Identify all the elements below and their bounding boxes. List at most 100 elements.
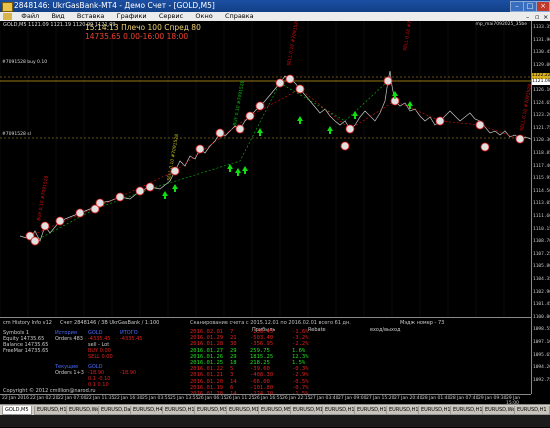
chart-tab[interactable]: EURUSD,M5 [258, 406, 295, 415]
chart-tab[interactable]: EURUSD,H1 [354, 406, 390, 415]
chart-tab[interactable]: GOLD,M5 [2, 406, 32, 415]
chart-tab[interactable]: EURUSD,H1 [418, 406, 454, 415]
trade-marker [135, 186, 145, 196]
price-tick-label: 1114.50 [533, 188, 550, 194]
price-tick-label: 1120.30 [533, 138, 550, 144]
history-gold-block: GOLD -4335.45 sell - Lot BUY 0.00 SELL 0… [88, 330, 113, 360]
trade-marker [215, 128, 225, 138]
time-tick-label: 27 Jan 09:00 [338, 396, 367, 401]
menu-bar: Файл Вид Вставка Графики Сервис Окно Спр… [0, 12, 550, 21]
window-title: 2848146: UkrGasBank-MT4 - Демо Счет - [G… [14, 1, 215, 10]
chart-tab[interactable]: EURUSD,H1 [450, 406, 486, 415]
price-tick-label: 1118.85 [533, 151, 550, 156]
chart-tab[interactable]: EURUSD,H4 [130, 406, 166, 415]
buy-arrow-icon [162, 191, 168, 199]
trade-marker [340, 141, 350, 151]
time-tick-label: 26 Jan 06:15 [198, 396, 227, 401]
trade-marker [285, 74, 295, 84]
chart-tab[interactable]: EURUSD,M1 [290, 406, 327, 415]
child-minimize-button[interactable]: – [526, 13, 529, 21]
price-tick-label: 1092.75 [533, 377, 550, 383]
history-block: История Orders 483 [55, 330, 83, 342]
buy-arrow-icon [327, 126, 333, 134]
time-tick-label: 28 Jan 01:40 [422, 396, 451, 401]
time-tick-label: 26 Jan 16:55 [254, 396, 283, 401]
price-tick-label: 1111.60 [533, 214, 550, 219]
chart-tab[interactable]: EURUSD,H1 [34, 406, 70, 415]
history-info-panel: cm History Info v12 Счет 2848146 / 3B Uk… [0, 317, 531, 428]
price-tick-label: 1129.00 [533, 62, 550, 68]
price-scale[interactable]: 1133.351131.901130.451129.001127.551126.… [531, 21, 550, 394]
menu-view[interactable]: Вид [46, 12, 69, 21]
time-tick-label: 25 Jan 03:55 [142, 396, 171, 401]
child-restore-button[interactable]: ▫ [535, 13, 539, 21]
price-tick-label: 1113.05 [533, 201, 550, 207]
status-bar [0, 415, 550, 427]
trade-marker [515, 134, 525, 144]
chart-tab[interactable]: EURUSD,H1 [162, 406, 198, 415]
time-tick-label: 22 Jan 11:35 [86, 396, 115, 401]
menu-charts[interactable]: Графики [112, 12, 152, 21]
panel-title: cm History Info v12 [3, 320, 52, 326]
trade-marker [475, 120, 485, 130]
info-line-1: 15:14:13 Плечо 100 Спред 80 [85, 23, 201, 32]
trade-marker [145, 182, 155, 192]
buy-arrow-icon [227, 164, 233, 172]
trade-marker [435, 116, 445, 126]
document-icon [3, 13, 12, 20]
trade-marker [75, 208, 85, 218]
price-tick-label: 1123.20 [533, 113, 550, 119]
price-tick-label: 1101.45 [533, 302, 550, 308]
time-tick-label: 26 Jan 22:15 [282, 396, 311, 401]
price-chart[interactable]: BUY 0.10 #7091528 SELL 0.10 #7091528 BUY… [0, 21, 531, 317]
time-tick-label: 27 Jan 20:40 [394, 396, 423, 401]
trade-marker [95, 198, 105, 208]
buy-arrow-icon [242, 166, 248, 174]
account-summary: Symbols 1 Equity 14735.65 Balance 14735.… [3, 330, 49, 354]
current-gold-block: GOLD -18.90 0.1 -0.10 0.1 0.10 [88, 364, 111, 388]
price-tick-label: 1108.70 [533, 239, 550, 245]
trade-label-4: SELL 0.10 #7091528 [286, 21, 300, 66]
current-block: Текущие Orders 1+3 [55, 364, 84, 376]
buy-arrow-icon [235, 168, 241, 176]
child-close-button[interactable]: × [543, 13, 548, 21]
close-button[interactable]: × [536, 1, 550, 12]
current-total: -18.90 [120, 370, 137, 376]
app-icon [2, 2, 13, 12]
trade-marker [40, 221, 50, 231]
buy-arrow-icon [257, 128, 263, 136]
trade-marker [345, 124, 355, 134]
time-tick-label: 26 Jan 11:25 [226, 396, 255, 401]
price-tick-label: 1104.35 [533, 277, 550, 282]
trade-marker [115, 192, 125, 202]
magic-number: Мэдж номер - 73 [400, 320, 445, 326]
menu-help[interactable]: Справка [220, 12, 259, 21]
menu-window[interactable]: Окно [190, 12, 217, 21]
time-tick-label: 28 Jan 07:40 [450, 396, 479, 401]
price-tick-label: 1107.25 [533, 251, 550, 257]
trade-marker [245, 111, 255, 121]
menu-insert[interactable]: Вставка [72, 12, 110, 21]
time-tick-label: 27 Jan 03:40 [310, 396, 339, 401]
trade-marker [275, 78, 285, 88]
price-tick-label: 1100.00 [533, 314, 550, 320]
buy-trade-lines [34, 80, 389, 242]
volume-column-header: вход/выход [370, 327, 401, 333]
menu-tools[interactable]: Сервис [154, 12, 188, 21]
chart-tab[interactable]: EURUSD,H1 [322, 406, 358, 415]
maximize-button[interactable]: □ [523, 1, 537, 12]
trade-marker [295, 84, 305, 94]
minimize-button[interactable]: – [510, 1, 524, 12]
menu-file[interactable]: Файл [16, 12, 44, 21]
chart-tab[interactable]: EURUSD,H1 [514, 406, 550, 415]
price-tick-label: 1121.75 [533, 125, 550, 131]
time-tick-label: 22 Jan 02:20 [30, 396, 59, 401]
info-line-2: 14735.65 0.00-16:00 18:00 [85, 32, 189, 41]
chart-tab[interactable]: EURUSD,H1 [386, 406, 422, 415]
price-tick-label: 1131.90 [533, 37, 550, 43]
total-block: ИТОГО -4335.45 [120, 330, 143, 342]
price-tick-label: 1110.15 [533, 226, 550, 232]
trade-marker [55, 216, 65, 226]
buy-arrow-icon [172, 184, 178, 192]
time-tick-label: 29 Jan 09:30 [478, 396, 507, 401]
